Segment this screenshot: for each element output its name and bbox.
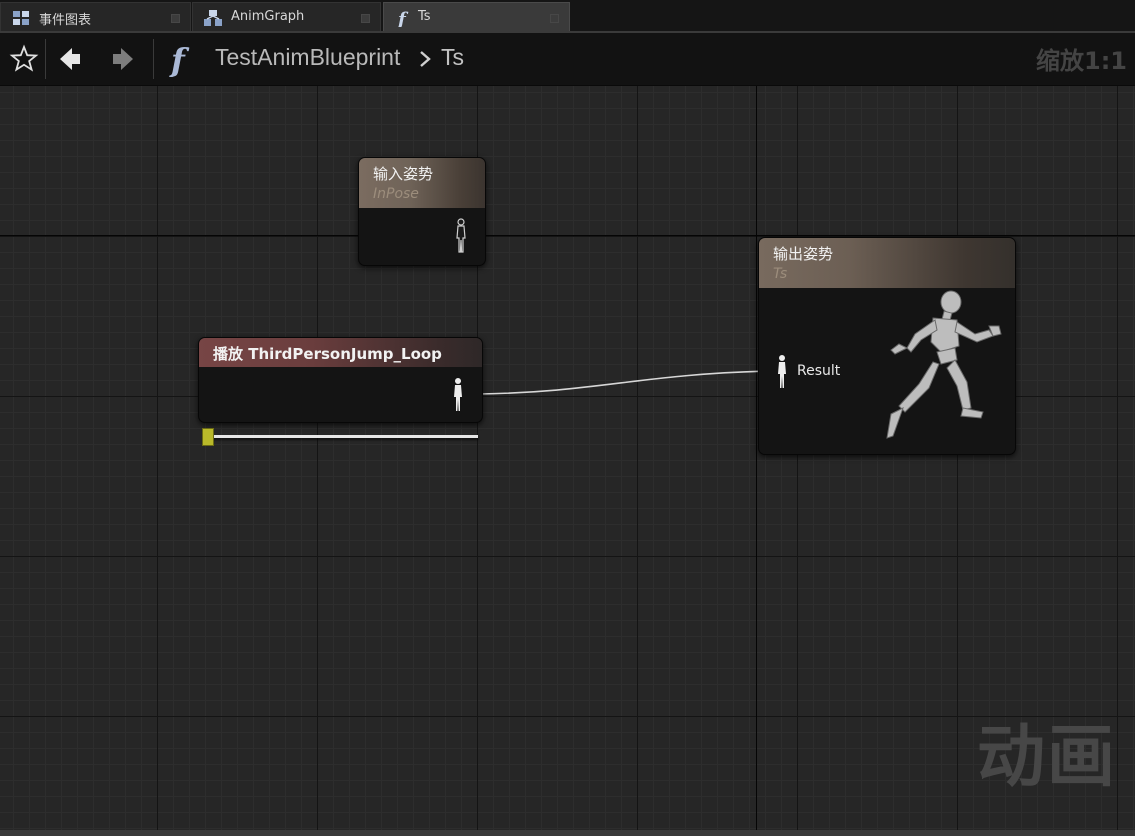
forward-arrow-icon[interactable]: [105, 41, 141, 77]
tab-ts[interactable]: f Ts: [383, 2, 570, 31]
close-icon[interactable]: [171, 14, 180, 23]
node-header: 播放 ThirdPersonJump_Loop: [199, 338, 482, 367]
function-icon: f: [169, 41, 190, 77]
tab-bar: 事件图表 AnimGraph f Ts: [0, 0, 1135, 33]
play-position-slider-handle[interactable]: [202, 428, 214, 446]
breadcrumb-toolbar: f TestAnimBlueprint Ts 缩放1:1: [0, 33, 1135, 86]
star-icon[interactable]: [6, 41, 42, 77]
graph-canvas[interactable]: 输入姿势 InPose 播放 ThirdPersonJump_Loop 输出姿势…: [0, 86, 1135, 830]
close-icon[interactable]: [361, 14, 370, 23]
zoom-level: 缩放1:1: [1036, 47, 1127, 75]
pose-wire[interactable]: [0, 86, 1135, 830]
pose-pin-icon[interactable]: [453, 218, 469, 254]
tab-anim-graph[interactable]: AnimGraph: [192, 2, 381, 31]
event-graph-icon: [13, 11, 29, 25]
svg-text:f: f: [396, 9, 409, 27]
function-icon: f: [396, 9, 409, 27]
node-subtitle: Ts: [773, 266, 788, 282]
tab-label: Ts: [418, 9, 431, 24]
tab-label: AnimGraph: [231, 9, 305, 24]
output-pose-node[interactable]: 输出姿势 Ts Result: [758, 237, 1016, 455]
play-position-slider-track[interactable]: [207, 435, 478, 438]
running-mannequin-icon: [886, 290, 1002, 439]
result-pin-label: Result: [797, 363, 841, 379]
node-title: 输出姿势: [773, 245, 834, 263]
node-header: 输入姿势 InPose: [359, 158, 485, 208]
node-subtitle: InPose: [373, 186, 419, 202]
back-arrow-icon[interactable]: [52, 41, 88, 77]
node-header: 输出姿势 Ts: [759, 238, 1015, 288]
breadcrumb-current-graph[interactable]: Ts: [441, 44, 464, 71]
close-icon[interactable]: [550, 14, 559, 23]
play-sequence-node[interactable]: 播放 ThirdPersonJump_Loop: [198, 337, 483, 423]
chevron-right-icon: [420, 51, 431, 67]
pose-input-pin-icon[interactable]: [775, 354, 789, 390]
input-pose-node[interactable]: 输入姿势 InPose: [358, 157, 486, 266]
breadcrumb-blueprint[interactable]: TestAnimBlueprint: [215, 44, 400, 71]
divider: [153, 39, 154, 79]
svg-text:f: f: [169, 41, 190, 77]
divider: [45, 39, 46, 79]
pose-output-pin-icon[interactable]: [451, 377, 465, 413]
bottom-border: [0, 830, 1135, 836]
tab-label: 事件图表: [39, 13, 92, 28]
anim-graph-icon: [204, 10, 222, 26]
node-title: 播放 ThirdPersonJump_Loop: [213, 345, 442, 363]
tab-event-graph[interactable]: 事件图表: [0, 2, 191, 31]
node-title: 输入姿势: [373, 165, 434, 183]
graph-type-watermark: 动画: [976, 718, 1117, 797]
